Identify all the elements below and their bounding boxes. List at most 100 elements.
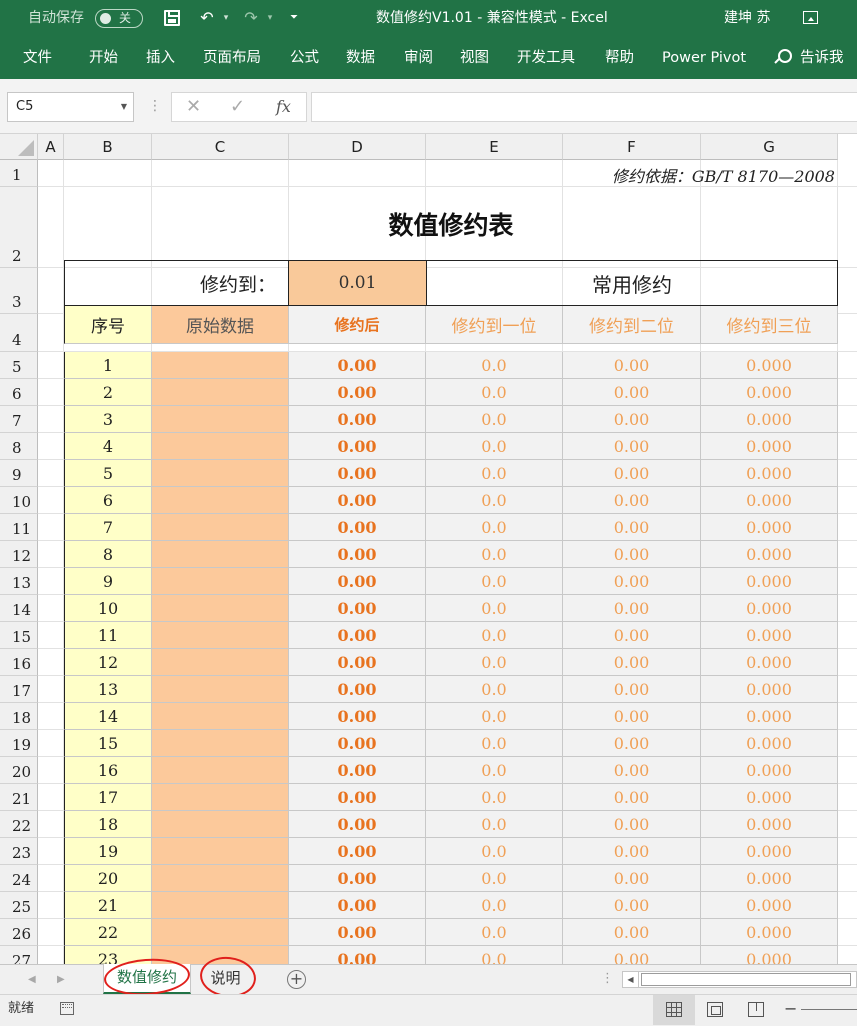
round-2-cell[interactable]: 0.00 [563, 703, 701, 730]
seq-cell[interactable]: 6 [64, 487, 152, 514]
header-round-3[interactable]: 修约到三位 [701, 306, 838, 344]
autosave-toggle[interactable]: 关 [95, 9, 143, 28]
column-header[interactable]: B [64, 134, 152, 160]
row-header[interactable]: 26 [0, 919, 38, 946]
zoom-out-icon[interactable]: − [784, 995, 797, 1023]
seq-cell[interactable]: 13 [64, 676, 152, 703]
round-2-cell[interactable]: 0.00 [563, 757, 701, 784]
original-data-cell[interactable] [152, 487, 289, 514]
tab-insert[interactable]: 插入 [146, 36, 175, 79]
seq-cell[interactable]: 21 [64, 892, 152, 919]
column-header[interactable]: F [563, 134, 701, 160]
round-2-cell[interactable]: 0.00 [563, 433, 701, 460]
page-break-view-icon[interactable] [748, 1002, 764, 1017]
original-data-cell[interactable] [152, 379, 289, 406]
column-header[interactable]: G [701, 134, 838, 160]
rounding-standard-note[interactable]: 修约依据：GB/T 8170—2008 [612, 163, 835, 187]
round-1-cell[interactable]: 0.0 [426, 514, 563, 541]
row-header[interactable]: 12 [0, 541, 38, 568]
header-rounded[interactable]: 修约后 [289, 306, 426, 344]
seq-cell[interactable]: 17 [64, 784, 152, 811]
seq-cell[interactable]: 1 [64, 352, 152, 379]
round-3-cell[interactable]: 0.000 [701, 865, 838, 892]
rounded-cell[interactable]: 0.00 [289, 865, 426, 892]
original-data-cell[interactable] [152, 433, 289, 460]
row-header[interactable]: 10 [0, 487, 38, 514]
round-3-cell[interactable]: 0.000 [701, 433, 838, 460]
round-1-cell[interactable]: 0.0 [426, 622, 563, 649]
round-2-cell[interactable]: 0.00 [563, 730, 701, 757]
cancel-icon[interactable]: ✕ [186, 93, 201, 121]
rounded-cell[interactable]: 0.00 [289, 757, 426, 784]
rounded-cell[interactable]: 0.00 [289, 946, 426, 964]
row-header[interactable]: 18 [0, 703, 38, 730]
rounded-cell[interactable]: 0.00 [289, 433, 426, 460]
row-header[interactable]: 23 [0, 838, 38, 865]
next-sheet-icon[interactable]: ▶ [57, 965, 65, 995]
round-2-cell[interactable]: 0.00 [563, 595, 701, 622]
tab-formulas[interactable]: 公式 [290, 36, 319, 79]
header-round-1[interactable]: 修约到一位 [426, 306, 563, 344]
round-3-cell[interactable]: 0.000 [701, 514, 838, 541]
round-1-cell[interactable]: 0.0 [426, 541, 563, 568]
ribbon-display-options-icon[interactable] [803, 11, 818, 24]
add-sheet-icon[interactable]: + [287, 970, 306, 989]
round-1-cell[interactable]: 0.0 [426, 433, 563, 460]
seq-cell[interactable]: 18 [64, 811, 152, 838]
round-3-cell[interactable]: 0.000 [701, 595, 838, 622]
tab-file[interactable]: 文件 [23, 36, 52, 79]
original-data-cell[interactable] [152, 838, 289, 865]
round-3-cell[interactable]: 0.000 [701, 352, 838, 379]
column-header[interactable]: C [152, 134, 289, 160]
tell-me-search[interactable]: 告诉我 [775, 36, 844, 79]
row-header[interactable]: 19 [0, 730, 38, 757]
sheet-tab-rounding[interactable]: 数值修约 [103, 964, 191, 994]
round-3-cell[interactable]: 0.000 [701, 811, 838, 838]
round-1-cell[interactable]: 0.0 [426, 946, 563, 964]
original-data-cell[interactable] [152, 352, 289, 379]
rounded-cell[interactable]: 0.00 [289, 541, 426, 568]
round-1-cell[interactable]: 0.0 [426, 811, 563, 838]
original-data-cell[interactable] [152, 676, 289, 703]
original-data-cell[interactable] [152, 595, 289, 622]
round-2-cell[interactable]: 0.00 [563, 811, 701, 838]
redo-dropdown-icon[interactable]: ▾ [264, 0, 276, 36]
insert-function-icon[interactable]: fx [276, 93, 291, 121]
row-header[interactable]: 13 [0, 568, 38, 595]
round-1-cell[interactable]: 0.0 [426, 703, 563, 730]
seq-cell[interactable]: 22 [64, 919, 152, 946]
round-2-cell[interactable]: 0.00 [563, 865, 701, 892]
normal-view-button[interactable] [653, 995, 695, 1025]
formula-bar-grip-icon[interactable]: ⋮ [148, 92, 162, 120]
tab-power-pivot[interactable]: Power Pivot [662, 36, 746, 79]
round-1-cell[interactable]: 0.0 [426, 892, 563, 919]
original-data-cell[interactable] [152, 784, 289, 811]
row-header[interactable]: 16 [0, 649, 38, 676]
seq-cell[interactable]: 10 [64, 595, 152, 622]
rounded-cell[interactable]: 0.00 [289, 892, 426, 919]
round-1-cell[interactable]: 0.0 [426, 865, 563, 892]
round-3-cell[interactable]: 0.000 [701, 487, 838, 514]
horizontal-scrollbar[interactable]: ◀ [622, 971, 857, 988]
row-header[interactable]: 11 [0, 514, 38, 541]
round-3-cell[interactable]: 0.000 [701, 541, 838, 568]
round-3-cell[interactable]: 0.000 [701, 784, 838, 811]
seq-cell[interactable]: 9 [64, 568, 152, 595]
seq-cell[interactable]: 2 [64, 379, 152, 406]
round-3-cell[interactable]: 0.000 [701, 649, 838, 676]
round-2-cell[interactable]: 0.00 [563, 568, 701, 595]
rounded-cell[interactable]: 0.00 [289, 676, 426, 703]
row-header[interactable]: 1 [0, 160, 38, 187]
scrollbar-thumb[interactable] [641, 973, 851, 986]
rounded-cell[interactable]: 0.00 [289, 703, 426, 730]
round-to-value-cell[interactable]: 0.01 [289, 260, 426, 306]
row-header[interactable]: 5 [0, 352, 38, 379]
round-2-cell[interactable]: 0.00 [563, 460, 701, 487]
row-header[interactable]: 21 [0, 784, 38, 811]
round-1-cell[interactable]: 0.0 [426, 676, 563, 703]
tab-review[interactable]: 审阅 [404, 36, 433, 79]
original-data-cell[interactable] [152, 730, 289, 757]
row-header[interactable]: 2 [0, 187, 38, 268]
round-1-cell[interactable]: 0.0 [426, 406, 563, 433]
round-2-cell[interactable]: 0.00 [563, 514, 701, 541]
